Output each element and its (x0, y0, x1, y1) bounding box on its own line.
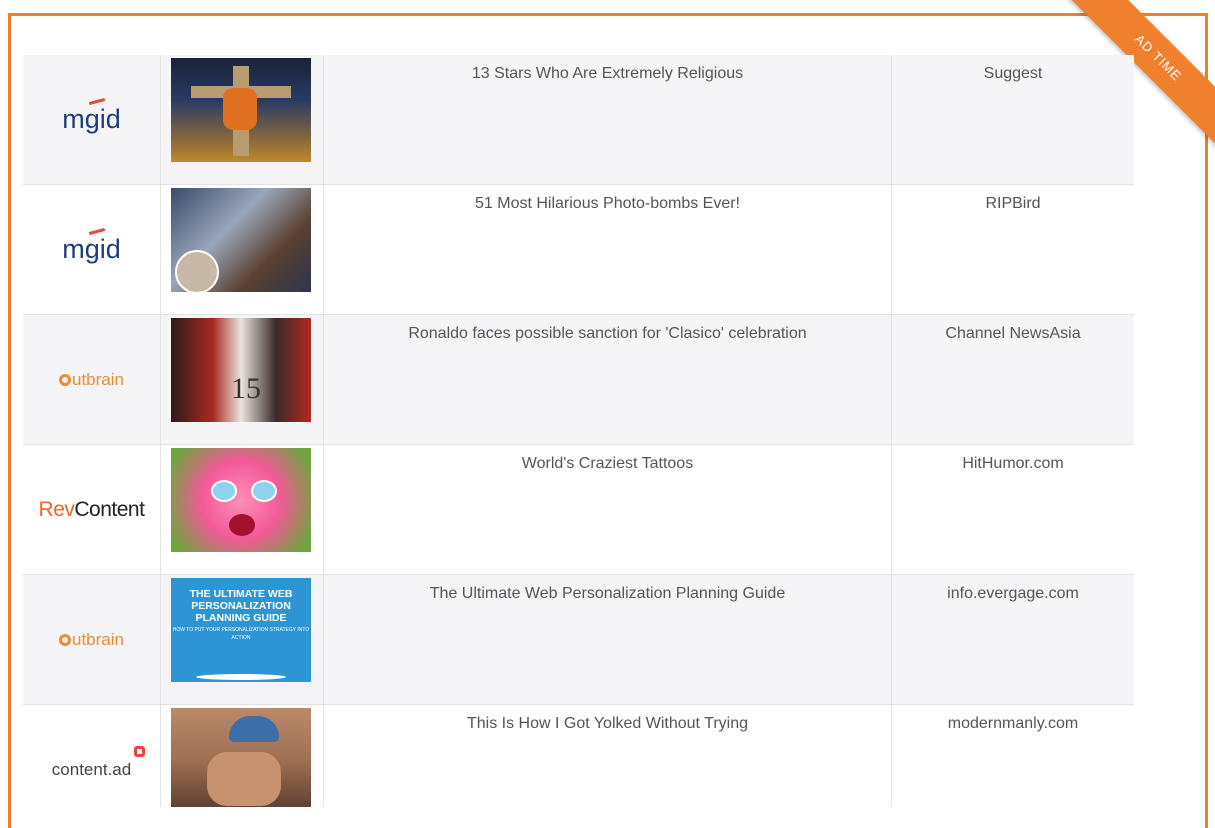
mgid-logo: mgid (62, 97, 121, 135)
ad-comparison-table: mgid 13 Stars Who Are Extremely Religiou… (23, 55, 1134, 807)
source: modernmanly.com (947, 715, 1079, 732)
table-row[interactable]: RevContent World's Craziest Tattoos HitH… (23, 445, 1134, 575)
thumbnail-image[interactable]: 15 (171, 318, 311, 422)
table-row[interactable]: utbrain THE ULTIMATE WEB PERSONALIZATION… (23, 575, 1134, 705)
network-logo-cell: utbrain (23, 315, 161, 444)
thumbnail-image[interactable]: THE ULTIMATE WEB PERSONALIZATION PLANNIN… (171, 578, 311, 682)
source: HitHumor.com (962, 455, 1064, 472)
table-row[interactable]: utbrain 15 Ronaldo faces possible sancti… (23, 315, 1134, 445)
network-logo-cell: mgid (23, 185, 161, 314)
thumbnail-image[interactable] (171, 448, 311, 552)
thumbnail-image[interactable] (171, 188, 311, 292)
thumbnail-cell (161, 445, 324, 574)
headline[interactable]: World's Craziest Tattoos (324, 445, 892, 574)
revcontent-logo: RevContent (38, 497, 145, 521)
table-row[interactable]: content.ad This Is How I Got Yolked With… (23, 705, 1134, 807)
thumbnail-cell (161, 185, 324, 314)
outbrain-logo: utbrain (59, 630, 124, 650)
table-row[interactable]: mgid 13 Stars Who Are Extremely Religiou… (23, 55, 1134, 185)
network-logo-cell: mgid (23, 55, 161, 184)
thumbnail-cell (161, 705, 324, 807)
table-row[interactable]: mgid 51 Most Hilarious Photo-bombs Ever!… (23, 185, 1134, 315)
thumbnail-cell: THE ULTIMATE WEB PERSONALIZATION PLANNIN… (161, 575, 324, 704)
headline[interactable]: The Ultimate Web Personalization Plannin… (324, 575, 892, 704)
thumbnail-image[interactable] (171, 708, 311, 807)
network-logo-cell: content.ad (23, 705, 161, 807)
network-logo-cell: utbrain (23, 575, 161, 704)
headline[interactable]: This Is How I Got Yolked Without Trying (324, 705, 892, 807)
thumbnail-cell: 15 (161, 315, 324, 444)
source: Channel NewsAsia (945, 325, 1081, 342)
thumbnail-image[interactable] (171, 58, 311, 162)
source: RIPBird (985, 195, 1041, 212)
headline[interactable]: 13 Stars Who Are Extremely Religious (324, 55, 892, 184)
network-logo-cell: RevContent (23, 445, 161, 574)
outbrain-logo: utbrain (59, 370, 124, 390)
thumbnail-cell (161, 55, 324, 184)
headline[interactable]: 51 Most Hilarious Photo-bombs Ever! (324, 185, 892, 314)
source: info.evergage.com (947, 585, 1079, 602)
contentad-logo: content.ad (52, 745, 145, 780)
source: Suggest (983, 65, 1043, 82)
headline[interactable]: Ronaldo faces possible sanction for 'Cla… (324, 315, 892, 444)
mgid-logo: mgid (62, 227, 121, 265)
